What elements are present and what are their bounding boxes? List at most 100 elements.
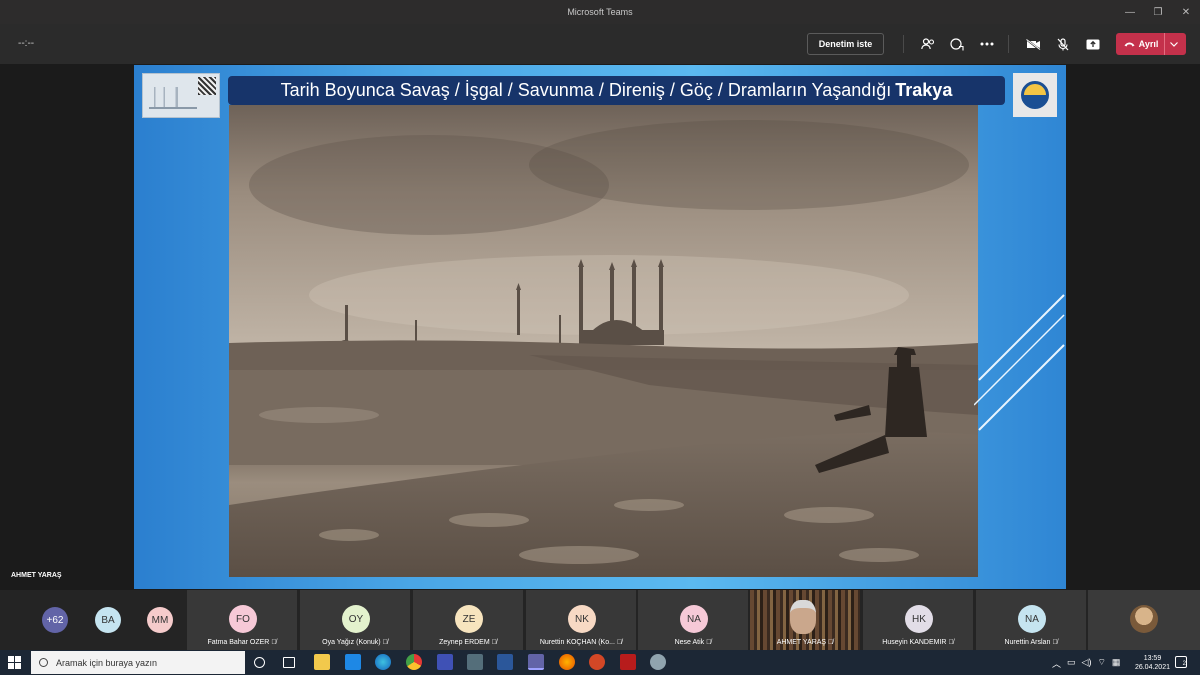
mail-icon[interactable] xyxy=(345,654,361,670)
edge-icon[interactable] xyxy=(375,654,391,670)
cortana-icon[interactable] xyxy=(254,657,265,668)
avatar: NK xyxy=(568,605,596,633)
participant-name: Huseyin KANDEMIR xyxy=(882,639,947,646)
notification-center-icon[interactable]: 2 xyxy=(1175,656,1187,668)
qr-code-icon xyxy=(198,77,216,95)
mic-off-icon: 🎙̸ xyxy=(491,639,497,646)
mic-off-icon: 🎙̸ xyxy=(828,639,834,646)
system-tray: ︿ ▭ ◁) ⌔ ▦ xyxy=(1052,657,1120,670)
clock[interactable]: 13:59 26.04.2021 xyxy=(1135,654,1170,672)
avatar: ZE xyxy=(455,605,483,633)
avatar: FO xyxy=(229,605,257,633)
more-options-icon[interactable] xyxy=(976,33,998,55)
participant-tile[interactable]: OY Oya Yağız (Konuk) 🎙̸ xyxy=(300,590,410,650)
photo-drawing xyxy=(229,105,978,577)
word-icon[interactable] xyxy=(497,654,513,670)
keyboard-icon[interactable]: ▦ xyxy=(1112,657,1121,670)
chrome-icon[interactable] xyxy=(406,654,422,670)
phone-hangup-icon xyxy=(1124,42,1135,47)
windows-start-icon[interactable] xyxy=(8,656,21,669)
camera-off-icon[interactable] xyxy=(1022,33,1044,55)
window-title: Microsoft Teams xyxy=(567,7,633,17)
teams-icon[interactable] xyxy=(528,654,544,670)
clock-time: 13:59 xyxy=(1143,655,1162,662)
participant-name: Fatma Bahar OZER xyxy=(207,639,270,646)
participant-tile[interactable]: FO Fatma Bahar OZER 🎙̸ xyxy=(187,590,297,650)
mic-off-icon: 🎙̸ xyxy=(616,639,623,646)
emblem-icon xyxy=(1021,81,1049,109)
avatar-mm[interactable]: MM xyxy=(147,607,173,633)
file-explorer-icon[interactable] xyxy=(314,654,330,670)
participant-video-tile[interactable]: AHMET YARAŞ 🎙̸ xyxy=(750,590,860,650)
slide-title-bold: Trakya xyxy=(895,80,953,100)
request-control-button[interactable]: Denetim iste xyxy=(807,33,884,55)
presentation-slide: Tarih Boyunca Savaş / İşgal / Savunma / … xyxy=(134,65,1066,589)
left-logo xyxy=(142,73,220,118)
participant-tile[interactable]: NA Nurettin Arslan 🎙̸ xyxy=(976,590,1086,650)
mic-off-icon: 🎙̸ xyxy=(382,639,388,646)
participant-tile[interactable]: ZE Zeynep ERDEM 🎙̸ xyxy=(413,590,523,650)
avatar: OY xyxy=(342,605,370,633)
volume-icon[interactable]: ◁) xyxy=(1082,657,1092,670)
participant-name: Zeynep ERDEM xyxy=(439,639,490,646)
skyline-graphic xyxy=(149,87,197,109)
search-placeholder: Aramak için buraya yazın xyxy=(56,657,158,668)
meeting-toolbar: --:-- Denetim iste Ayrıl xyxy=(0,24,1200,64)
mic-off-icon: 🎙̸ xyxy=(948,639,954,646)
network-icon[interactable]: ▭ xyxy=(1067,657,1076,670)
calculator-icon[interactable] xyxy=(437,654,453,670)
taskbar-search-box[interactable]: Aramak için buraya yazın xyxy=(31,651,245,674)
university-emblem xyxy=(1013,73,1057,117)
shared-content-stage: Tarih Boyunca Savaş / İşgal / Savunma / … xyxy=(0,64,1200,590)
self-avatar xyxy=(1130,605,1158,633)
search-icon xyxy=(39,658,48,667)
participant-tile[interactable]: HK Huseyin KANDEMIR 🎙̸ xyxy=(863,590,973,650)
participant-tile[interactable]: NA Nese Atik 🎙̸ xyxy=(638,590,748,650)
task-view-icon[interactable] xyxy=(283,657,295,668)
restore-icon[interactable]: ❐ xyxy=(1144,0,1172,24)
participant-name: AHMET YARAŞ xyxy=(776,639,827,646)
title-bar: Microsoft Teams — ❐ ✕ xyxy=(0,0,1200,24)
active-speaker-label: AHMET YARAŞ xyxy=(11,572,62,579)
more-participants-button[interactable]: +62 xyxy=(42,607,68,633)
avatar: NA xyxy=(680,605,708,633)
minimize-icon[interactable]: — xyxy=(1116,0,1144,24)
avatar: HK xyxy=(905,605,933,633)
historical-photo xyxy=(229,105,978,577)
mic-off-icon: 🎙̸ xyxy=(271,639,277,646)
reactions-icon[interactable] xyxy=(946,33,968,55)
windows-taskbar: Aramak için buraya yazın ︿ ▭ ◁) ⌔ ▦ 13:5… xyxy=(0,650,1200,675)
slide-title: Tarih Boyunca Savaş / İşgal / Savunma / … xyxy=(280,80,892,100)
chevron-up-icon[interactable]: ︿ xyxy=(1052,657,1061,670)
avatar: NA xyxy=(1018,605,1046,633)
participant-name: Nurettin KOÇHAN (Ko... xyxy=(539,639,615,646)
mic-off-icon[interactable] xyxy=(1052,33,1074,55)
meeting-timer: --:-- xyxy=(18,38,35,49)
participant-gallery: +62 BA MM FO Fatma Bahar OZER 🎙̸ OY Oya … xyxy=(0,590,1200,650)
participant-name: Oya Yağız (Konuk) xyxy=(322,639,381,646)
toolbar-divider xyxy=(903,35,904,53)
self-view-tile[interactable] xyxy=(1088,590,1200,650)
decorative-lines xyxy=(974,294,1065,431)
powerpoint-icon[interactable] xyxy=(589,654,605,670)
participant-name: Nese Atik xyxy=(674,639,705,646)
mic-off-icon: 🎙̸ xyxy=(1052,639,1058,646)
participant-video xyxy=(790,600,816,634)
close-icon[interactable]: ✕ xyxy=(1172,0,1200,24)
clock-date: 26.04.2021 xyxy=(1134,664,1170,671)
participant-tile[interactable]: NK Nurettin KOÇHAN (Ko... 🎙̸ xyxy=(526,590,636,650)
share-screen-icon[interactable] xyxy=(1082,33,1104,55)
slide-title-banner: Tarih Boyunca Savaş / İşgal / Savunma / … xyxy=(228,76,1005,105)
toolbar-divider xyxy=(1008,35,1009,53)
tools-icon[interactable] xyxy=(650,654,666,670)
wifi-icon[interactable]: ⌔ xyxy=(1097,657,1105,670)
mic-off-icon: 🎙̸ xyxy=(706,639,712,646)
chevron-down-icon[interactable] xyxy=(1164,33,1179,55)
participant-name: Nurettin Arslan xyxy=(1004,639,1051,646)
avatar-ba[interactable]: BA xyxy=(95,607,121,633)
firefox-icon[interactable] xyxy=(559,654,575,670)
participants-icon[interactable] xyxy=(917,33,939,55)
camera-app-icon[interactable] xyxy=(467,654,483,670)
leave-button[interactable]: Ayrıl xyxy=(1116,33,1186,55)
acrobat-icon[interactable] xyxy=(620,654,636,670)
